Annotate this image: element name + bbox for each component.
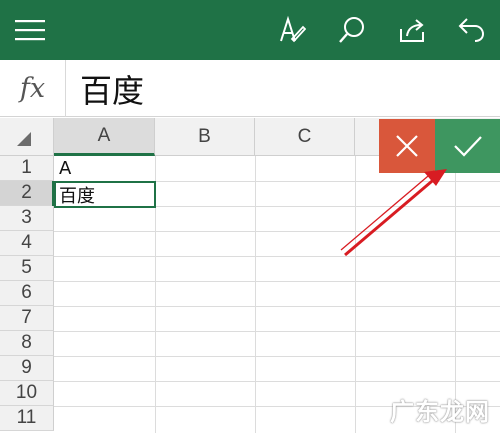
fx-label[interactable]: fx	[0, 60, 66, 117]
row-header-11[interactable]: 11	[0, 406, 54, 431]
cell-a1[interactable]: A	[59, 156, 155, 181]
row-header-9[interactable]: 9	[0, 356, 54, 381]
column-header-c[interactable]: C	[255, 118, 355, 156]
search-icon[interactable]	[332, 0, 372, 60]
row-header-4[interactable]: 4	[0, 231, 54, 256]
select-all-icon	[17, 132, 31, 146]
gridline	[54, 256, 500, 257]
cancel-edit-button[interactable]	[379, 119, 435, 173]
row-header-3[interactable]: 3	[0, 206, 54, 231]
undo-icon[interactable]	[452, 0, 492, 60]
row-header-2[interactable]: 2	[0, 181, 55, 206]
watermark-text: 广东龙网	[390, 398, 490, 426]
formula-bar: fx 百度	[0, 60, 500, 117]
gridline	[54, 356, 500, 357]
row-header-1[interactable]: 1	[0, 156, 54, 181]
gridline	[255, 156, 256, 433]
menu-icon[interactable]	[0, 0, 60, 60]
gridline	[54, 381, 500, 382]
row-header-7[interactable]: 7	[0, 306, 54, 331]
column-header-a[interactable]: A	[54, 118, 155, 156]
check-icon	[453, 136, 482, 157]
gridline	[54, 231, 500, 232]
row-header-6[interactable]: 6	[0, 281, 54, 306]
row-header-5[interactable]: 5	[0, 256, 54, 281]
gridline	[54, 281, 500, 282]
column-header-b[interactable]: B	[155, 118, 255, 156]
top-toolbar	[0, 0, 500, 60]
active-cell-selection[interactable]	[54, 181, 156, 208]
row-header-8[interactable]: 8	[0, 331, 54, 356]
gridline	[54, 331, 500, 332]
share-icon[interactable]	[392, 0, 432, 60]
gridline	[355, 156, 356, 433]
gridline	[54, 306, 500, 307]
pen-icon[interactable]	[272, 0, 312, 60]
row-header-10[interactable]: 10	[0, 381, 54, 406]
close-icon	[396, 135, 418, 157]
formula-input[interactable]: 百度	[80, 60, 144, 117]
confirm-edit-button[interactable]	[435, 119, 500, 173]
select-all-corner[interactable]	[0, 118, 54, 156]
